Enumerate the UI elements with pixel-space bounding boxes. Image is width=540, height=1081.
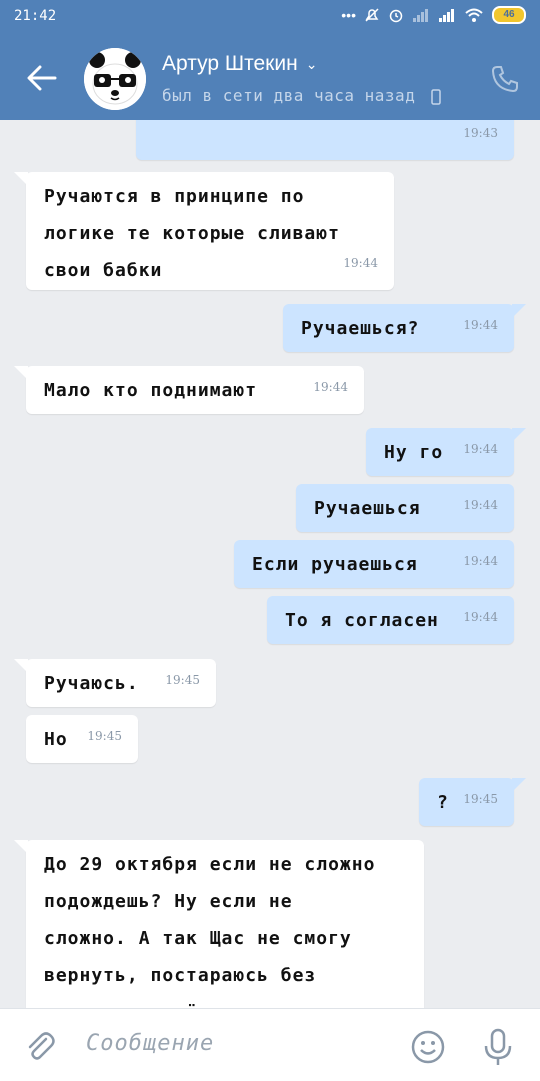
message-time: 19:45 [87,729,122,743]
phone-icon [491,66,518,93]
mobile-icon [431,88,442,105]
mute-icon [365,8,379,22]
status-icons: ••• 46 [341,6,526,24]
message-time: 19:44 [463,318,498,332]
message-time: 19:44 [463,610,498,624]
panda-avatar-icon [84,48,146,110]
attach-button[interactable] [22,1029,58,1065]
avatar[interactable] [84,48,146,110]
call-button[interactable] [490,64,520,94]
message-bubble-outgoing[interactable]: Ручаешься 19:44 [296,484,514,532]
arrow-left-icon [27,65,57,91]
paperclip-icon [28,1032,55,1060]
message-bubble-outgoing[interactable]: Ручаешься? 19:44 [283,304,526,352]
message-bubble-incoming[interactable]: Ручаются в принципе по логике те которые… [14,172,394,290]
message-text: До 29 октября если не сложно подождешь? … [44,854,376,1010]
message-bubble-incoming[interactable]: Но 19:45 [26,715,138,763]
message-feed[interactable]: 19:43 Ручаются в принципе по логике те к… [0,0,540,1010]
voice-message-button[interactable] [480,1027,516,1067]
emoji-button[interactable] [410,1029,446,1065]
message-time: 19:44 [463,554,498,568]
message-input-bar: Сообщение [0,1008,540,1081]
back-button[interactable] [22,58,62,98]
smile-icon [411,1030,445,1064]
message-time: 19:44 [463,498,498,512]
microphone-icon [484,1028,512,1065]
status-time: 21:42 [14,8,57,24]
message-text: Мало кто поднимают [44,380,258,401]
message-input[interactable]: Сообщение [86,1031,214,1056]
dots-icon: ••• [341,7,356,23]
message-bubble-incoming[interactable]: Мало кто поднимают 19:44 [14,366,364,414]
message-time: 19:45 [165,673,200,687]
message-time: 19:44 [463,442,498,456]
message-bubble-incoming[interactable]: Ручаюсь. 19:45 [14,659,216,707]
chevron-down-icon: ⌄ [305,55,318,72]
contact-status: был в сети два часа назад [162,86,442,105]
contact-name-label: Артур Штекин [162,52,298,75]
contact-status-label: был в сети два часа назад [162,86,416,105]
message-time: 19:45 [463,792,498,806]
contact-name[interactable]: Артур Штекин ⌄ [162,52,317,76]
message-bubble-outgoing[interactable]: Если ручаешься 19:44 [234,540,514,588]
signal-icon [439,9,454,22]
message-bubble-incoming[interactable]: До 29 октября если не сложно подождешь? … [14,840,424,1010]
message-bubble-outgoing[interactable]: ? 19:45 [419,778,526,826]
message-time: 19:44 [313,380,348,394]
signal-icon [413,9,428,22]
message-time: 19:43 [463,126,498,140]
message-bubble-outgoing[interactable]: Ну го 19:44 [366,428,526,476]
message-time: 19:44 [343,256,378,270]
message-bubble-outgoing[interactable]: То я согласен 19:44 [267,596,514,644]
chat-header: 21:42 ••• 46 Артур Штекин ⌄ был в сети д… [0,0,540,120]
message-text: Ручаются в принципе по логике те которые… [44,186,340,281]
status-bar: 21:42 ••• 46 [0,0,540,34]
battery-icon: 46 [492,6,526,24]
wifi-icon [465,8,483,22]
alarm-icon [389,9,403,23]
